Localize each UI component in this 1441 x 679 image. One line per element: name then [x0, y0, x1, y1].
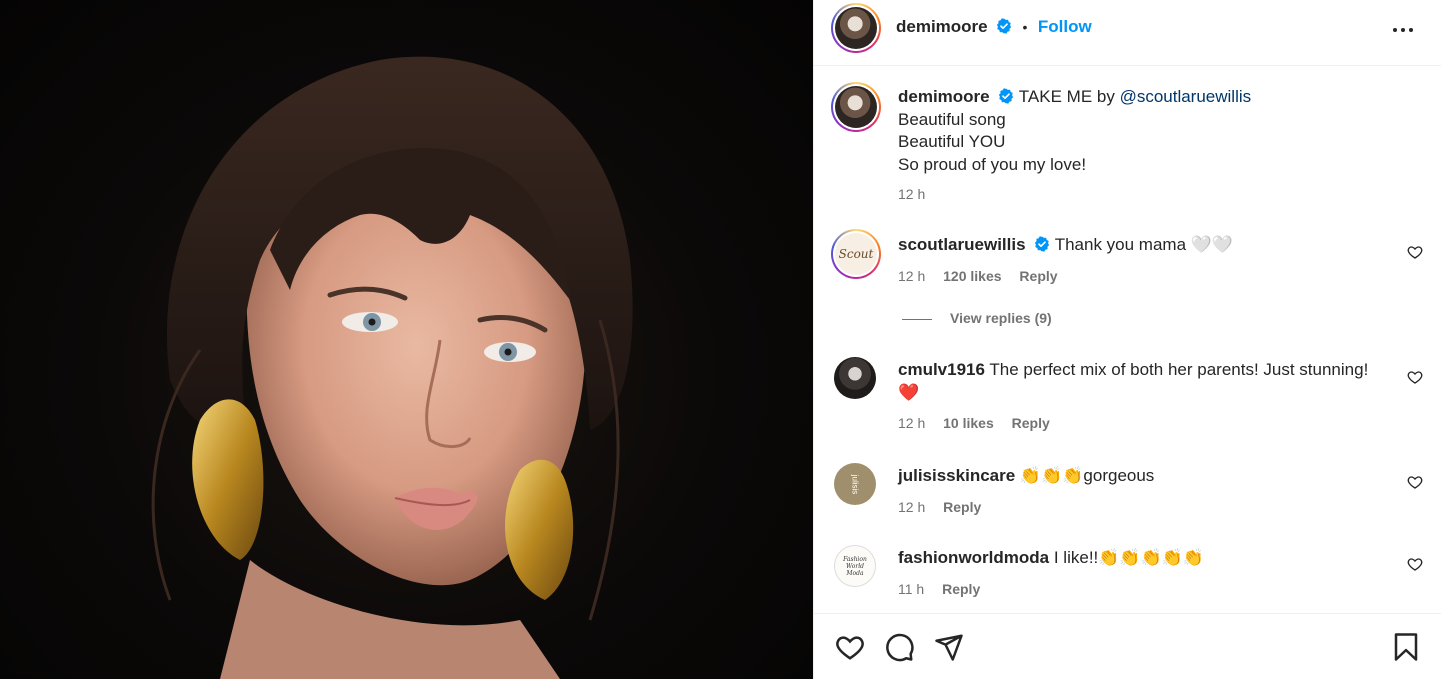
reply-button[interactable]: Reply — [942, 581, 980, 597]
reply-button[interactable]: Reply — [1019, 268, 1057, 284]
comment-username[interactable]: scoutlaruewillis — [898, 235, 1026, 254]
heart-icon[interactable] — [835, 632, 865, 662]
author-username[interactable]: demimoore — [896, 17, 988, 36]
comment-avatar-logo: Scout — [835, 233, 877, 275]
comment-timestamp[interactable]: 12 h — [898, 499, 925, 515]
comment-text: 👏👏👏gorgeous — [1019, 466, 1155, 485]
more-options-icon[interactable] — [1391, 18, 1415, 42]
comment-meta: 12 h 10 likes Reply — [898, 412, 1398, 435]
caption-username[interactable]: demimoore — [898, 87, 990, 106]
comment-username[interactable]: julisisskincare — [898, 466, 1015, 485]
comment-meta: 12 h Reply — [898, 496, 1398, 519]
caption-mention-link[interactable]: @scoutlaruewillis — [1120, 87, 1252, 106]
comment-text: Thank you mama 🤍🤍 — [1054, 235, 1234, 254]
share-icon[interactable] — [934, 632, 964, 662]
comment-text-line2: ❤️ — [898, 382, 920, 402]
view-replies-label: View replies (9) — [950, 310, 1052, 326]
comment-meta: 12 h 120 likes Reply — [898, 265, 1398, 288]
caption-timestamp[interactable]: 12 h — [898, 186, 925, 202]
comment-meta: 11 h Reply — [898, 578, 1398, 601]
author-info: demimoore • Follow — [896, 17, 1092, 37]
comment-item: cmulv1916 The perfect mix of both her pa… — [898, 359, 1398, 435]
post-action-bar — [814, 613, 1441, 679]
comment-avatar[interactable]: Fashion World Moda — [834, 545, 876, 587]
comment-avatar[interactable] — [834, 357, 876, 399]
comment-timestamp[interactable]: 11 h — [898, 581, 924, 597]
portrait-image — [151, 56, 633, 679]
comment-avatar[interactable]: Scout — [831, 229, 881, 279]
comment-timestamp[interactable]: 12 h — [898, 415, 925, 431]
comment-username[interactable]: cmulv1916 — [898, 360, 985, 379]
comment-like-heart-icon[interactable] — [1407, 556, 1423, 572]
post-photo[interactable] — [0, 0, 813, 679]
replies-divider-line — [902, 318, 932, 320]
comment-like-heart-icon[interactable] — [1407, 244, 1423, 260]
comment-likes-count[interactable]: 120 likes — [943, 268, 1001, 284]
bookmark-icon[interactable] — [1391, 632, 1421, 662]
caption-meta: 12 h — [898, 183, 1418, 206]
verified-badge-icon — [1035, 236, 1050, 252]
comment-avatar-logo: julisis — [850, 474, 860, 494]
comment-text: I like!!👏👏👏👏👏 — [1053, 548, 1205, 567]
verified-badge-icon — [996, 18, 1012, 34]
follow-button[interactable]: Follow — [1038, 17, 1092, 36]
verified-badge-icon — [999, 88, 1014, 104]
comment-like-heart-icon[interactable] — [1407, 369, 1423, 385]
caption-author-avatar[interactable] — [831, 82, 881, 132]
caption-line: So proud of you my love! — [898, 154, 1087, 174]
caption-text: TAKE ME by — [1018, 87, 1120, 106]
comment-username[interactable]: fashionworldmoda — [898, 548, 1049, 567]
comment-item: fashionworldmoda I like!!👏👏👏👏👏 11 h Repl… — [898, 547, 1398, 600]
comment-likes-count[interactable]: 10 likes — [943, 415, 994, 431]
comment-like-heart-icon[interactable] — [1407, 474, 1423, 490]
comment-avatar-logo: Fashion World Moda — [843, 555, 867, 577]
caption-line: Beautiful song — [898, 109, 1006, 129]
comment-timestamp[interactable]: 12 h — [898, 268, 925, 284]
comment-icon[interactable] — [885, 632, 915, 662]
view-replies-button[interactable]: View replies (9) — [902, 310, 1052, 326]
reply-button[interactable]: Reply — [943, 499, 981, 515]
comment-item: scoutlaruewillis Thank you mama 🤍🤍 12 h … — [898, 234, 1398, 287]
post-header: demimoore • Follow — [814, 0, 1441, 66]
reply-button[interactable]: Reply — [1012, 415, 1050, 431]
separator-dot: • — [1022, 19, 1028, 35]
post-detail-panel: demimoore • Follow demimoore TAKE ME by … — [813, 0, 1441, 679]
comment-item: julisisskincare 👏👏👏gorgeous 12 h Reply — [898, 465, 1398, 518]
author-avatar[interactable] — [831, 3, 881, 53]
post-caption: demimoore TAKE ME by @scoutlaruewillis B… — [898, 86, 1418, 206]
comment-text: The perfect mix of both her parents! Jus… — [989, 360, 1369, 379]
comment-avatar[interactable]: julisis — [834, 463, 876, 505]
caption-line: Beautiful YOU — [898, 132, 1006, 151]
